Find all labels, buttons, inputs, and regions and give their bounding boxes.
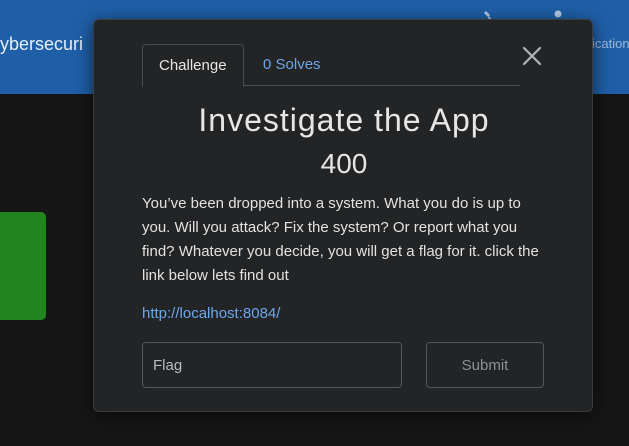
- nav-link-notifications[interactable]: ication: [592, 36, 629, 51]
- challenge-title: Investigate the App: [198, 102, 490, 138]
- tab-solves[interactable]: 0 Solves: [247, 44, 337, 86]
- challenge-points: 400: [320, 148, 368, 179]
- brand-title[interactable]: ybersecuri: [0, 34, 83, 55]
- submit-button[interactable]: Submit: [426, 342, 544, 388]
- flag-input[interactable]: [142, 342, 402, 388]
- modal-tabs: Challenge 0 Solves: [142, 44, 520, 87]
- close-button[interactable]: [514, 40, 550, 76]
- close-icon: [522, 46, 542, 66]
- challenge-card[interactable]: [0, 212, 46, 320]
- challenge-description: You’ve been dropped into a system. What …: [142, 195, 539, 284]
- challenge-link[interactable]: http://localhost:8084/: [142, 305, 280, 322]
- tab-challenge[interactable]: Challenge: [142, 44, 244, 87]
- challenge-modal: Challenge 0 Solves Investigate the App 4…: [93, 19, 593, 412]
